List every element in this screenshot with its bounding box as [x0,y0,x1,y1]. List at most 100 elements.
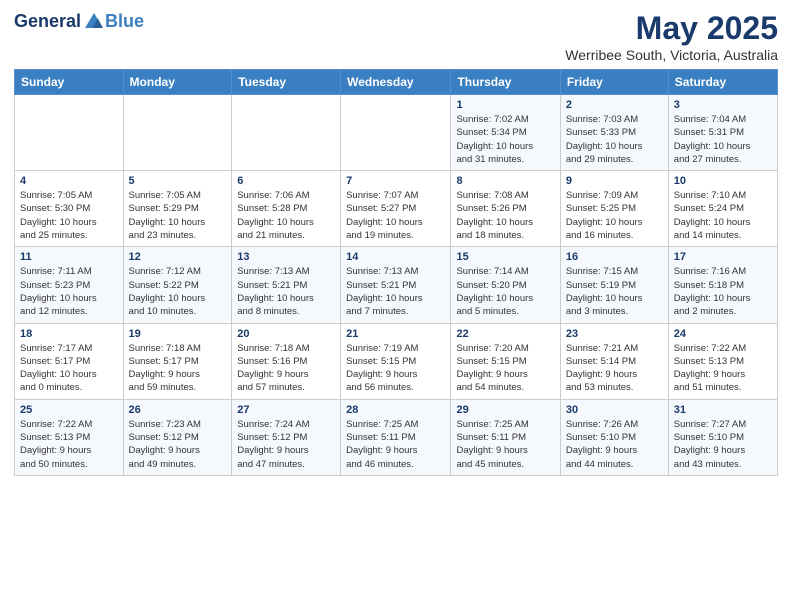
col-tuesday: Tuesday [232,70,341,95]
day-number: 29 [456,404,554,416]
calendar-cell: 6 Sunrise: 7:06 AMSunset: 5:28 PMDaylight… [232,171,341,247]
calendar-cell: 4 Sunrise: 7:05 AMSunset: 5:30 PMDaylight… [15,171,124,247]
day-number: 31 [674,404,772,416]
day-number: 25 [20,404,118,416]
calendar-cell [15,95,124,171]
col-sunday: Sunday [15,70,124,95]
day-number: 12 [129,251,227,263]
day-info: Sunrise: 7:22 AMSunset: 5:13 PMDaylight:… [20,418,118,471]
day-info: Sunrise: 7:25 AMSunset: 5:11 PMDaylight:… [456,418,554,471]
day-info: Sunrise: 7:21 AMSunset: 5:14 PMDaylight:… [566,342,663,395]
col-saturday: Saturday [668,70,777,95]
title-area: May 2025 Werribee South, Victoria, Austr… [565,10,778,63]
calendar-cell: 19Sunrise: 7:18 AMSunset: 5:17 PMDayligh… [123,323,232,399]
calendar-cell: 31Sunrise: 7:27 AMSunset: 5:10 PMDayligh… [668,399,777,475]
day-info: Sunrise: 7:13 AMSunset: 5:21 PMDaylight:… [237,265,335,318]
day-info: Sunrise: 7:13 AMSunset: 5:21 PMDaylight:… [346,265,445,318]
day-info: Sunrise: 7:26 AMSunset: 5:10 PMDaylight:… [566,418,663,471]
calendar-cell: 30 Sunrise: 7:26 AMSunset: 5:10 PMDayligh… [560,399,668,475]
day-number: 27 [237,404,335,416]
logo-area: General Blue [14,10,144,32]
day-info: Sunrise: 7:06 AMSunset: 5:28 PMDaylight:… [237,189,335,242]
day-number: 23 [566,328,663,340]
calendar-cell: 24Sunrise: 7:22 AMSunset: 5:13 PMDayligh… [668,323,777,399]
day-number: 28 [346,404,445,416]
logo-icon [83,10,105,32]
day-info: Sunrise: 7:17 AMSunset: 5:17 PMDaylight:… [20,342,118,395]
calendar-cell: 1Sunrise: 7:02 AMSunset: 5:34 PMDaylight… [451,95,560,171]
calendar-cell: 15Sunrise: 7:14 AMSunset: 5:20 PMDayligh… [451,247,560,323]
calendar-cell: 8 Sunrise: 7:08 AMSunset: 5:26 PMDaylight… [451,171,560,247]
day-number: 26 [129,404,227,416]
calendar-cell: 20 Sunrise: 7:18 AMSunset: 5:16 PMDayligh… [232,323,341,399]
calendar-cell: 18 Sunrise: 7:17 AMSunset: 5:17 PMDayligh… [15,323,124,399]
calendar-week-row: 4 Sunrise: 7:05 AMSunset: 5:30 PMDaylight… [15,171,778,247]
calendar-cell: 3Sunrise: 7:04 AMSunset: 5:31 PMDaylight… [668,95,777,171]
day-number: 5 [129,175,227,187]
day-number: 9 [566,175,663,187]
day-number: 16 [566,251,663,263]
day-number: 7 [346,175,445,187]
day-number: 6 [237,175,335,187]
header: General Blue May 2025 Werribee South, Vi… [14,10,778,63]
day-number: 13 [237,251,335,263]
day-number: 30 [566,404,663,416]
day-info: Sunrise: 7:19 AMSunset: 5:15 PMDaylight:… [346,342,445,395]
calendar-cell: 11 Sunrise: 7:11 AMSunset: 5:23 PMDayligh… [15,247,124,323]
day-number: 4 [20,175,118,187]
calendar-cell: 21 Sunrise: 7:19 AMSunset: 5:15 PMDayligh… [341,323,451,399]
calendar-cell [341,95,451,171]
day-info: Sunrise: 7:05 AMSunset: 5:29 PMDaylight:… [129,189,227,242]
day-number: 14 [346,251,445,263]
day-number: 18 [20,328,118,340]
calendar-cell: 7 Sunrise: 7:07 AMSunset: 5:27 PMDaylight… [341,171,451,247]
calendar-week-row: 1Sunrise: 7:02 AMSunset: 5:34 PMDaylight… [15,95,778,171]
day-info: Sunrise: 7:15 AMSunset: 5:19 PMDaylight:… [566,265,663,318]
calendar-cell: 23 Sunrise: 7:21 AMSunset: 5:14 PMDayligh… [560,323,668,399]
calendar-cell: 25 Sunrise: 7:22 AMSunset: 5:13 PMDayligh… [15,399,124,475]
location-title: Werribee South, Victoria, Australia [565,47,778,63]
calendar-cell: 5 Sunrise: 7:05 AMSunset: 5:29 PMDaylight… [123,171,232,247]
page: General Blue May 2025 Werribee South, Vi… [0,0,792,486]
calendar-cell [123,95,232,171]
calendar-cell: 22 Sunrise: 7:20 AMSunset: 5:15 PMDayligh… [451,323,560,399]
day-number: 24 [674,328,772,340]
day-info: Sunrise: 7:07 AMSunset: 5:27 PMDaylight:… [346,189,445,242]
calendar-cell: 29 Sunrise: 7:25 AMSunset: 5:11 PMDayligh… [451,399,560,475]
day-info: Sunrise: 7:10 AMSunset: 5:24 PMDaylight:… [674,189,772,242]
logo-general-text: General [14,11,81,32]
day-info: Sunrise: 7:16 AMSunset: 5:18 PMDaylight:… [674,265,772,318]
day-number: 8 [456,175,554,187]
calendar-cell: 14 Sunrise: 7:13 AMSunset: 5:21 PMDayligh… [341,247,451,323]
day-number: 19 [129,328,227,340]
day-number: 10 [674,175,772,187]
calendar-cell [232,95,341,171]
col-friday: Friday [560,70,668,95]
col-monday: Monday [123,70,232,95]
calendar-week-row: 25 Sunrise: 7:22 AMSunset: 5:13 PMDayligh… [15,399,778,475]
day-info: Sunrise: 7:08 AMSunset: 5:26 PMDaylight:… [456,189,554,242]
logo: General Blue [14,10,144,32]
day-info: Sunrise: 7:05 AMSunset: 5:30 PMDaylight:… [20,189,118,242]
calendar-cell: 26 Sunrise: 7:23 AMSunset: 5:12 PMDayligh… [123,399,232,475]
day-number: 21 [346,328,445,340]
calendar-cell: 2Sunrise: 7:03 AMSunset: 5:33 PMDaylight… [560,95,668,171]
calendar-cell: 17Sunrise: 7:16 AMSunset: 5:18 PMDayligh… [668,247,777,323]
calendar-week-row: 18 Sunrise: 7:17 AMSunset: 5:17 PMDayligh… [15,323,778,399]
day-info: Sunrise: 7:18 AMSunset: 5:16 PMDaylight:… [237,342,335,395]
day-info: Sunrise: 7:11 AMSunset: 5:23 PMDaylight:… [20,265,118,318]
calendar-cell: 16 Sunrise: 7:15 AMSunset: 5:19 PMDayligh… [560,247,668,323]
calendar-cell: 13 Sunrise: 7:13 AMSunset: 5:21 PMDayligh… [232,247,341,323]
day-info: Sunrise: 7:24 AMSunset: 5:12 PMDaylight:… [237,418,335,471]
day-info: Sunrise: 7:23 AMSunset: 5:12 PMDaylight:… [129,418,227,471]
day-number: 22 [456,328,554,340]
col-thursday: Thursday [451,70,560,95]
day-number: 11 [20,251,118,263]
calendar-week-row: 11 Sunrise: 7:11 AMSunset: 5:23 PMDayligh… [15,247,778,323]
day-info: Sunrise: 7:03 AMSunset: 5:33 PMDaylight:… [566,113,663,166]
day-number: 20 [237,328,335,340]
day-info: Sunrise: 7:02 AMSunset: 5:34 PMDaylight:… [456,113,554,166]
day-info: Sunrise: 7:20 AMSunset: 5:15 PMDaylight:… [456,342,554,395]
day-number: 3 [674,99,772,111]
calendar-cell: 9Sunrise: 7:09 AMSunset: 5:25 PMDaylight… [560,171,668,247]
